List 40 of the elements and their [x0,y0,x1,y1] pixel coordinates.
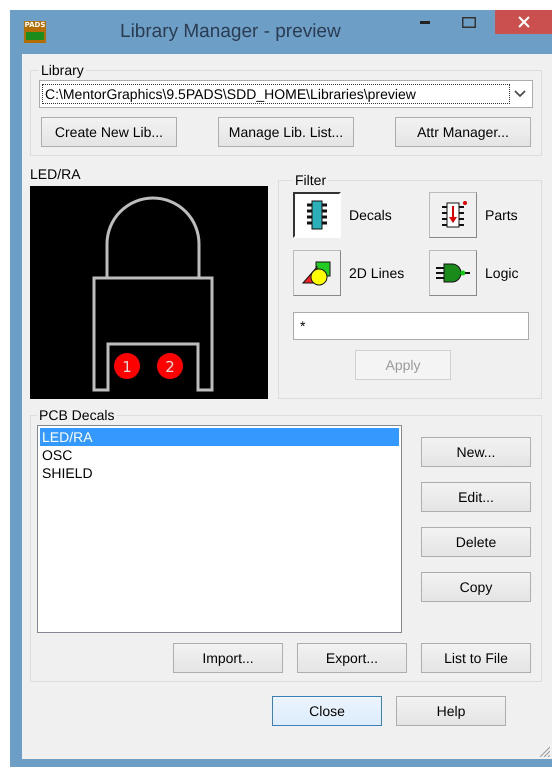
minimize-icon [420,20,430,24]
dialog-button[interactable]: Help [396,696,506,726]
decal-action-button[interactable]: Import... [173,643,283,673]
group-label: Filter [294,172,328,188]
decal-action-button[interactable]: List to File [421,643,531,673]
library-button[interactable]: Attr Manager... [395,117,531,147]
group-label: PCB Decals [38,407,116,423]
filter-label: Decals [349,207,392,223]
library-button[interactable]: Manage Lib. List... [218,117,354,147]
decal-action-button[interactable]: Copy [421,572,531,602]
group-label: Library [40,62,85,78]
library-button[interactable]: Create New Lib... [41,117,177,147]
filter-input[interactable]: * [293,312,529,340]
pin-pad: 2 [157,353,183,379]
logic-gate-icon [436,263,470,283]
maximize-icon [462,16,476,28]
chip-icon [305,200,329,230]
window-title: Library Manager - preview [120,21,341,43]
library-dropdown[interactable]: C:\MentorGraphics\9.5PADS\SDD_HOME\Libraries\preview [39,80,533,108]
shapes-icon [301,259,333,287]
chevron-down-icon [514,90,526,98]
decal-action-button[interactable]: Export... [297,643,407,673]
dialog-button[interactable]: Close [272,696,382,726]
filter-label: Parts [485,207,518,223]
filter-toggle-button[interactable] [429,250,477,296]
close-icon [518,16,530,28]
filter-toggle-button[interactable] [293,250,341,296]
filter-toggle-button[interactable] [293,192,341,238]
filter-label: Logic [485,265,518,281]
pin-pad: 1 [114,353,140,379]
decal-action-button[interactable]: Edit... [421,482,531,512]
list-item[interactable]: OSC [40,446,399,464]
list-item[interactable]: SHIELD [40,464,399,482]
decal-action-button[interactable]: New... [421,437,531,467]
close-window-button[interactable] [495,10,552,34]
decal-action-button[interactable]: Delete [421,527,531,557]
resize-grip-icon [539,746,550,757]
preview-title: LED/RA [30,166,82,184]
filter-toggle-button[interactable] [429,192,477,238]
filter-label: 2D Lines [349,265,404,281]
